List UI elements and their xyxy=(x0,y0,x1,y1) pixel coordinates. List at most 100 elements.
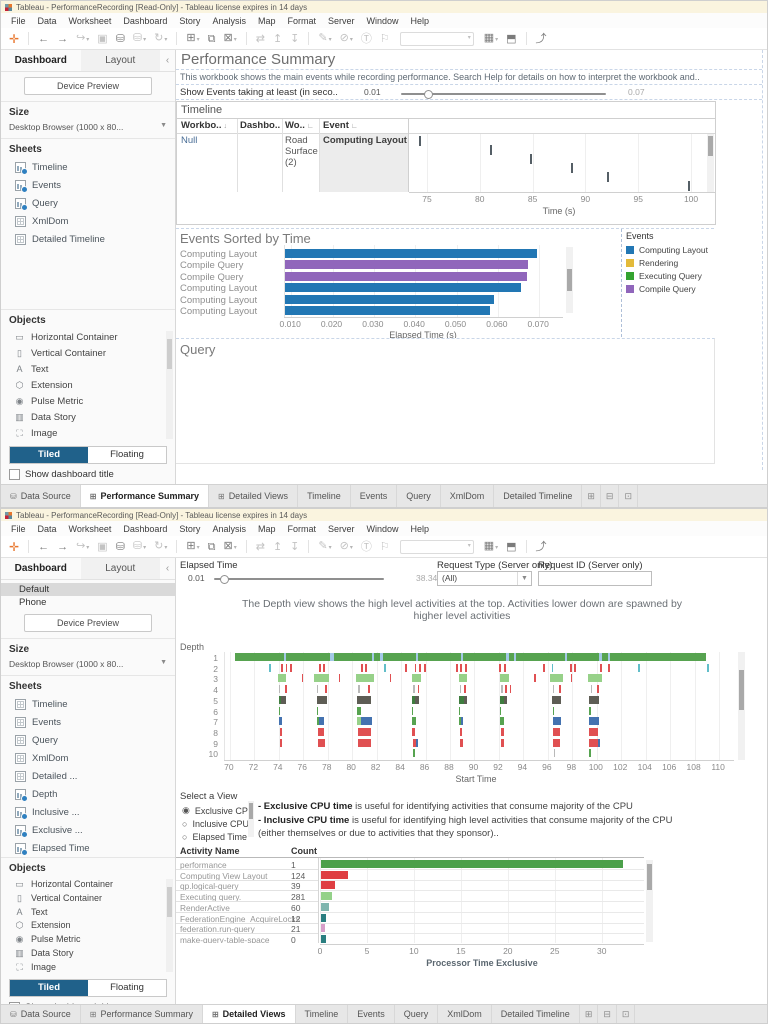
clear-sheet-icon[interactable]: ⊠▾ xyxy=(219,536,240,558)
highlight-icon[interactable]: ✎▾ xyxy=(314,536,335,558)
tab-performance-summary[interactable]: ⊞ Performance Summary xyxy=(81,1005,203,1023)
object-item-data-story[interactable]: ▥ Data Story xyxy=(1,409,175,425)
forward-icon[interactable]: → xyxy=(53,29,72,49)
back-icon[interactable]: ← xyxy=(34,29,53,49)
sheet-item-detailed-timeline[interactable]: Detailed Timeline xyxy=(1,230,175,248)
tab-timeline[interactable]: Timeline xyxy=(298,485,351,507)
column-header-dashbo[interactable]: Dashbo.. xyxy=(240,120,280,131)
radio-exclusive-cpu[interactable]: ◉ Exclusive CPU xyxy=(182,804,254,817)
sort-asc-icon[interactable]: ↥ xyxy=(269,537,286,557)
new-dashboard-button[interactable]: ⊟ xyxy=(598,1005,617,1023)
show-dashboard-title-checkbox[interactable]: Show dashboard title xyxy=(1,464,175,485)
depth-scrollbar[interactable] xyxy=(738,652,745,760)
object-item-text[interactable]: A Text xyxy=(1,905,175,918)
tab-events[interactable]: Events xyxy=(351,485,398,507)
tab-data-source[interactable]: ⛁ Data Source xyxy=(1,1005,81,1023)
object-item-vertical-container[interactable]: ▯ Vertical Container xyxy=(1,345,175,361)
radio-elapsed-time[interactable]: ○ Elapsed Time xyxy=(182,830,254,843)
new-worksheet-icon[interactable]: ⊞▾ xyxy=(182,536,203,558)
menu-worksheet[interactable]: Worksheet xyxy=(63,16,118,26)
menu-window[interactable]: Window xyxy=(361,16,405,26)
fit-selector[interactable] xyxy=(399,31,474,46)
menu-analysis[interactable]: Analysis xyxy=(206,524,252,534)
redo-icon[interactable]: ↪▾ xyxy=(72,536,93,558)
new-worksheet-button[interactable]: ⊞ xyxy=(582,485,601,507)
sheet-item-xmldom[interactable]: XmlDom xyxy=(1,212,175,230)
objects-scrollbar[interactable] xyxy=(166,331,173,439)
menu-dashboard[interactable]: Dashboard xyxy=(117,524,173,534)
menu-dashboard[interactable]: Dashboard xyxy=(117,16,173,26)
device-preview-button[interactable]: Device Preview xyxy=(24,77,152,95)
tab-layout[interactable]: Layout xyxy=(80,558,160,579)
menu-format[interactable]: Format xyxy=(281,524,322,534)
sheet-item-events[interactable]: Events xyxy=(1,713,175,731)
radio-inclusive-cpu[interactable]: ○ Inclusive CPU xyxy=(182,817,254,830)
pin-icon[interactable]: ⚐ xyxy=(376,29,394,49)
tab-layout[interactable]: Layout xyxy=(80,50,160,71)
activity-bar-plot[interactable] xyxy=(320,858,644,943)
tab-dashboard[interactable]: Dashboard xyxy=(1,50,81,71)
tab-xmldom[interactable]: XmlDom xyxy=(438,1005,492,1023)
workbook-cell[interactable]: Null xyxy=(181,135,197,146)
menu-file[interactable]: File xyxy=(5,524,32,534)
activity-scrollbar[interactable] xyxy=(646,860,653,942)
fit-selector[interactable] xyxy=(399,539,474,554)
object-item-pulse-metric[interactable]: ◉ Pulse Metric xyxy=(1,393,175,409)
event-cell[interactable]: Computing Layout xyxy=(323,135,407,146)
tab-query[interactable]: Query xyxy=(397,485,441,507)
new-story-button[interactable]: ⊡ xyxy=(617,1005,636,1023)
device-preview-button[interactable]: Device Preview xyxy=(24,614,152,632)
menu-analysis[interactable]: Analysis xyxy=(206,16,252,26)
add-datasource-icon[interactable]: ⛁ xyxy=(112,29,129,49)
tab-detailed-timeline[interactable]: Detailed Timeline xyxy=(494,485,583,507)
sheet-item-elapsed-time[interactable]: Elapsed Time xyxy=(1,839,175,857)
refresh-icon[interactable]: ↻▾ xyxy=(150,536,171,558)
show-cards-icon[interactable]: ▦▾ xyxy=(480,536,502,558)
sheet-item-timeline[interactable]: Timeline xyxy=(1,158,175,176)
menu-file[interactable]: File xyxy=(5,16,32,26)
legend-entry-rendering[interactable]: Rendering xyxy=(626,256,718,269)
events-bar-plot[interactable] xyxy=(284,245,564,317)
share-icon[interactable]: ⤴ xyxy=(532,537,551,557)
menu-help[interactable]: Help xyxy=(405,524,436,534)
device-option-default[interactable]: Default xyxy=(1,583,175,596)
presentation-icon[interactable]: ⬒ xyxy=(502,29,520,49)
tab-detailed-timeline[interactable]: Detailed Timeline xyxy=(492,1005,580,1023)
object-item-horizontal-container[interactable]: ▭ Horizontal Container xyxy=(1,877,175,891)
menu-story[interactable]: Story xyxy=(173,524,206,534)
object-item-vertical-container[interactable]: ▯ Vertical Container xyxy=(1,891,175,905)
presentation-icon[interactable]: ⬒ xyxy=(502,537,520,557)
depth-gantt-plot[interactable] xyxy=(224,652,735,760)
worksheet-cell[interactable]: Road Surface (2) xyxy=(285,135,318,168)
sheet-item-timeline[interactable]: Timeline xyxy=(1,695,175,713)
tab-xmldom[interactable]: XmlDom xyxy=(441,485,495,507)
tiled-button[interactable]: Tiled xyxy=(10,980,88,996)
timeline-gantt-plot[interactable] xyxy=(409,134,709,192)
menu-data[interactable]: Data xyxy=(32,524,63,534)
menu-help[interactable]: Help xyxy=(405,16,436,26)
new-worksheet-icon[interactable]: ⊞▾ xyxy=(182,28,203,50)
pause-updates-icon[interactable]: ⛁▾ xyxy=(129,536,150,558)
duplicate-icon[interactable]: ⧉ xyxy=(204,29,220,49)
show-cards-icon[interactable]: ▦▾ xyxy=(480,28,502,50)
device-option-phone[interactable]: Phone xyxy=(1,596,175,609)
share-icon[interactable]: ⤴ xyxy=(532,29,551,49)
column-header-workbo[interactable]: Workbo.. ↓ xyxy=(181,120,227,131)
forward-icon[interactable]: → xyxy=(53,537,72,557)
sort-desc-icon[interactable]: ↧ xyxy=(286,537,303,557)
menu-map[interactable]: Map xyxy=(252,16,282,26)
slider-handle[interactable] xyxy=(220,575,229,584)
pause-updates-icon[interactable]: ⛁▾ xyxy=(129,28,150,50)
sheet-item-query[interactable]: Query xyxy=(1,194,175,212)
tab-query[interactable]: Query xyxy=(395,1005,439,1023)
menu-window[interactable]: Window xyxy=(361,524,405,534)
timeline-scrollbar[interactable] xyxy=(707,134,714,192)
menu-server[interactable]: Server xyxy=(322,16,361,26)
legend-entry-executing-query[interactable]: Executing Query xyxy=(626,269,718,282)
highlight-icon[interactable]: ✎▾ xyxy=(314,28,335,50)
events-scrollbar[interactable] xyxy=(566,247,573,313)
request-id-input[interactable] xyxy=(538,571,652,586)
menu-map[interactable]: Map xyxy=(252,524,282,534)
tab-data-source[interactable]: ⛁ Data Source xyxy=(1,485,81,507)
swap-icon[interactable]: ⇄ xyxy=(252,29,269,49)
